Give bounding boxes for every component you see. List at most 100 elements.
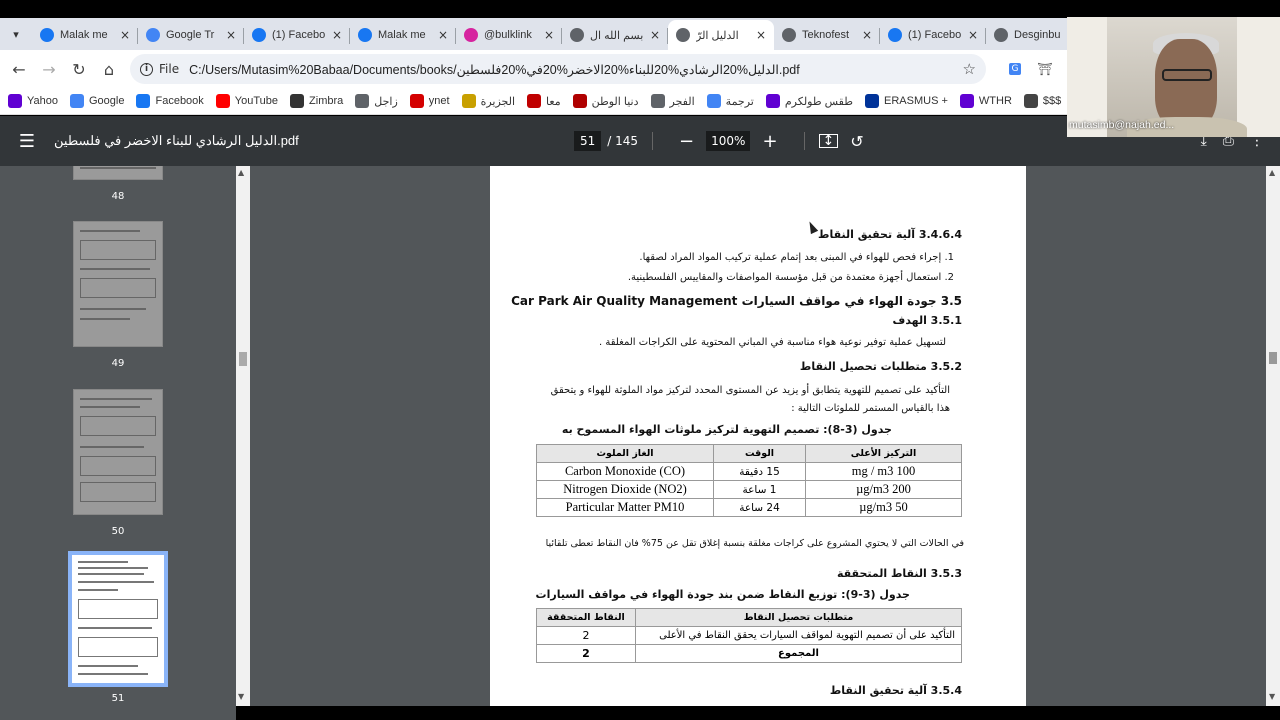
- close-tab-icon[interactable]: ×: [332, 28, 342, 42]
- list-item: 1. إجراء فحص للهواء في المبنى بعد إتمام …: [639, 252, 954, 263]
- site-info-chip[interactable]: i File: [140, 62, 179, 76]
- rotate-icon[interactable]: ↺: [850, 132, 863, 151]
- bookmark-item[interactable]: Yahoo: [8, 94, 58, 108]
- thumbnail-page[interactable]: [73, 221, 163, 347]
- table-caption: جدول (3-8): تصميم التهوية لتركيز ملوثات …: [561, 423, 892, 436]
- forward-button[interactable]: →: [34, 54, 64, 84]
- bookmark-item[interactable]: ynet: [409, 94, 450, 108]
- page-number-input[interactable]: 51: [574, 131, 602, 151]
- bookmark-item[interactable]: زاجل: [355, 94, 398, 108]
- zoom-out-button[interactable]: −: [679, 131, 694, 152]
- bookmark-item[interactable]: Facebook: [136, 94, 204, 108]
- yahoo-icon: [959, 94, 974, 108]
- bookmark-item[interactable]: $$$: [1023, 94, 1061, 108]
- section-heading: 3.5.3 النقاط المتحققة: [836, 567, 962, 580]
- thumb-line: [80, 398, 152, 400]
- shield-extension-button[interactable]: ⛩: [1030, 54, 1060, 84]
- browser-tab[interactable]: Malak me ×: [350, 20, 456, 50]
- bookmark-label: الفجر: [669, 95, 695, 108]
- scrollbar-thumb[interactable]: [239, 352, 247, 366]
- reload-button[interactable]: ↻: [64, 54, 94, 84]
- fit-page-icon[interactable]: ↕: [818, 134, 839, 148]
- browser-tab[interactable]: Google Tr ×: [138, 20, 244, 50]
- bookmark-label: الجزيرة: [480, 95, 516, 108]
- close-tab-icon[interactable]: ×: [862, 28, 872, 42]
- thumb-line: [80, 167, 156, 169]
- tab-title: Malak me: [60, 29, 108, 41]
- thumb-line: [78, 573, 144, 575]
- bookmark-item[interactable]: Google: [70, 94, 124, 108]
- zimbra-icon: [290, 94, 305, 108]
- browser-tab[interactable]: (1) Facebo ×: [244, 20, 350, 50]
- table-header: الغاز الملوث: [536, 444, 714, 463]
- thumbnail-page[interactable]: [73, 389, 163, 515]
- paragraph: التأكيد على تصميم للتهوية يتطابق أو يزيد…: [550, 385, 950, 414]
- scroll-up-arrow-icon[interactable]: ▲: [238, 168, 244, 177]
- url-text[interactable]: C:/Users/Mutasim%20Babaa/Documents/books…: [189, 62, 962, 77]
- thumb-table: [80, 416, 156, 436]
- back-button[interactable]: ←: [4, 54, 34, 84]
- omnibox[interactable]: i File C:/Users/Mutasim%20Babaa/Documents…: [130, 54, 986, 84]
- bookmark-star-icon[interactable]: ☆: [963, 60, 976, 78]
- tab-title: الدليل الرّ: [696, 29, 739, 42]
- bookmark-item[interactable]: طقس طولكرم: [765, 94, 854, 108]
- close-tab-icon[interactable]: ×: [756, 28, 766, 42]
- bookmark-item[interactable]: ترجمة: [706, 94, 754, 108]
- thumbnail-label: 50: [111, 526, 125, 537]
- table-row: المجموع 2: [536, 644, 962, 663]
- bookmark-label: Facebook: [155, 95, 204, 107]
- home-button[interactable]: ⌂: [94, 54, 124, 84]
- info-icon: i: [140, 62, 153, 76]
- thumbnail-page[interactable]: [73, 166, 163, 180]
- table-header: متطلبات تحصيل النقاط: [635, 608, 962, 627]
- close-tab-icon[interactable]: ×: [226, 28, 236, 42]
- page-controls: 51 / 145: [574, 131, 638, 151]
- bookmark-item[interactable]: الفجر: [650, 94, 695, 108]
- bookmark-item[interactable]: Zimbra: [290, 94, 343, 108]
- close-tab-icon[interactable]: ×: [650, 28, 660, 42]
- sidebar-menu-button[interactable]: ☰: [0, 131, 54, 152]
- tab-search-button[interactable]: ▾: [0, 18, 32, 50]
- thumb-table: [80, 456, 156, 476]
- browser-tab[interactable]: Malak me ×: [32, 20, 138, 50]
- bookmark-item[interactable]: YouTube: [215, 94, 278, 108]
- tab-title: Desginbu: [1014, 29, 1061, 41]
- ynet-icon: [409, 94, 424, 108]
- zoom-in-button[interactable]: +: [762, 131, 777, 152]
- browser-tab[interactable]: Teknofest ×: [774, 20, 880, 50]
- home-icon: ⌂: [103, 59, 115, 79]
- close-tab-icon[interactable]: ×: [120, 28, 130, 42]
- bookmark-label: معا: [546, 95, 561, 108]
- thumbnail-page-selected[interactable]: [68, 551, 168, 687]
- close-tab-icon[interactable]: ×: [438, 28, 448, 42]
- browser-tab[interactable]: الدليل الرّ ×: [668, 20, 774, 50]
- tab-title: Malak me: [378, 29, 426, 41]
- thumb-line: [78, 567, 148, 569]
- sidebar-scrollbar[interactable]: ▲ ▼: [236, 166, 250, 706]
- paragraph: لتسهيل عملية توفير نوعية هواء مناسبة في …: [599, 337, 946, 348]
- scrollbar-thumb[interactable]: [1269, 352, 1277, 364]
- close-tab-icon[interactable]: ×: [968, 28, 978, 42]
- back-arrow-icon: ←: [12, 59, 26, 79]
- browser-tab[interactable]: (1) Facebo ×: [880, 20, 986, 50]
- zoom-level-input[interactable]: 100%: [706, 131, 751, 151]
- table-row: 200 µg/m3 1 ساعة Nitrogen Dioxide (NO2): [536, 480, 962, 499]
- browser-tab[interactable]: @bulklink ×: [456, 20, 562, 50]
- bookmark-label: طقس طولكرم: [784, 95, 854, 108]
- bookmark-item[interactable]: WTHR: [959, 94, 1012, 108]
- scroll-down-arrow-icon[interactable]: ▼: [1269, 692, 1275, 701]
- yahoo-icon: [8, 94, 22, 108]
- viewer-scrollbar[interactable]: ▲ ▼: [1266, 166, 1280, 706]
- thumbnail-label: 51: [111, 693, 125, 704]
- hamburger-icon: ☰: [18, 130, 36, 152]
- browser-tab[interactable]: بسم الله ال ×: [562, 20, 668, 50]
- bookmark-item[interactable]: معا: [527, 94, 561, 108]
- close-tab-icon[interactable]: ×: [544, 28, 554, 42]
- scroll-down-arrow-icon[interactable]: ▼: [238, 692, 244, 701]
- thumb-line: [78, 673, 148, 675]
- bookmark-item[interactable]: ERASMUS +: [865, 94, 948, 108]
- translate-extension-button[interactable]: G: [1000, 54, 1030, 84]
- bookmark-item[interactable]: دنيا الوطن: [572, 94, 639, 108]
- bookmark-item[interactable]: الجزيرة: [461, 94, 516, 108]
- scroll-up-arrow-icon[interactable]: ▲: [1269, 168, 1275, 177]
